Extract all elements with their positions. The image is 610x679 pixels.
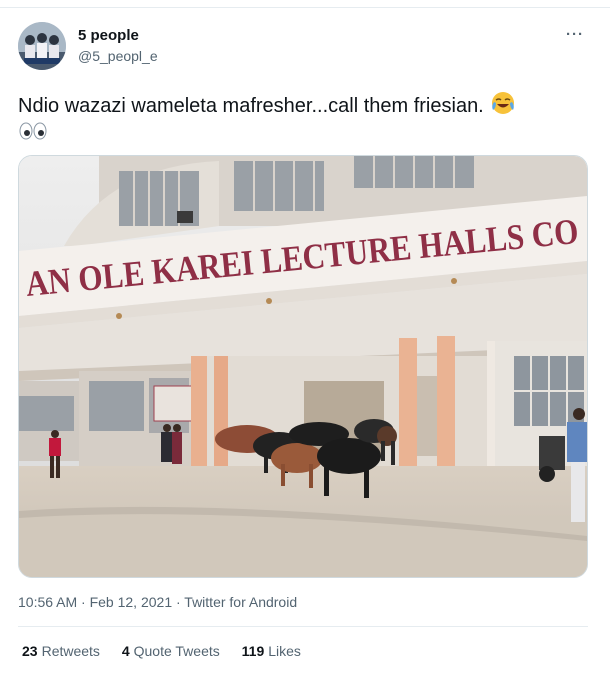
stats-divider (18, 626, 588, 627)
quote-tweets-label: Quote Tweets (133, 643, 220, 659)
retweets-label: Retweets (41, 643, 100, 659)
top-divider (0, 7, 610, 8)
tweet-card: 5 people @5_peopl_e ··· Ndio wazazi wame… (0, 0, 610, 679)
quote-tweets-count: 4 (121, 643, 130, 659)
photo-lecture-hall-cows: AN OLE KAREI LECTURE HALLS CO (19, 156, 587, 577)
likes-count: 119 (241, 643, 265, 659)
retweets-stat[interactable]: 23 Retweets (22, 643, 100, 659)
quote-tweets-stat[interactable]: 4 Quote Tweets (122, 643, 220, 659)
tweet-photo[interactable]: AN OLE KAREI LECTURE HALLS CO (18, 155, 588, 578)
avatar-photo (18, 22, 66, 70)
tweet-text: Ndio wazazi wameleta mafresher...call th… (18, 91, 588, 123)
likes-label: Likes (268, 643, 301, 659)
eyes-icon (18, 121, 48, 146)
face-with-tears-of-joy-icon (491, 91, 515, 123)
author-name[interactable]: 5 people (78, 27, 139, 44)
more-options-button[interactable]: ··· (566, 26, 584, 43)
author-handle[interactable]: @5_peopl_e (78, 48, 158, 64)
engagement-stats: 23 Retweets 4 Quote Tweets 119 Likes (22, 643, 319, 659)
avatar[interactable] (18, 22, 66, 70)
likes-stat[interactable]: 119 Likes (242, 643, 301, 659)
retweets-count: 23 (22, 643, 38, 659)
tweet-body: Ndio wazazi wameleta mafresher...call th… (18, 95, 484, 117)
tweet-timestamp[interactable]: 10:56 AM · Feb 12, 2021 · Twitter for An… (18, 594, 297, 610)
